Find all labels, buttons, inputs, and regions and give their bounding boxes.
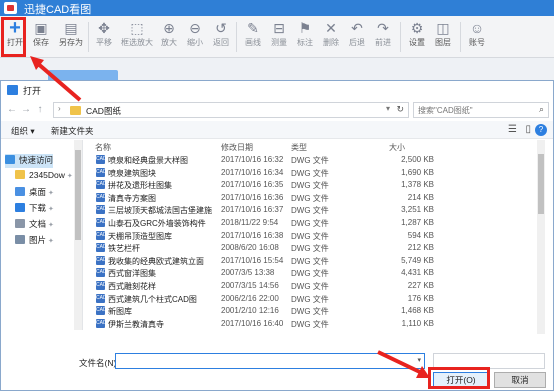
annotation-arrows xyxy=(30,56,430,378)
arrow-to-toolbar xyxy=(34,60,82,102)
arrow-to-open-button xyxy=(377,350,425,376)
